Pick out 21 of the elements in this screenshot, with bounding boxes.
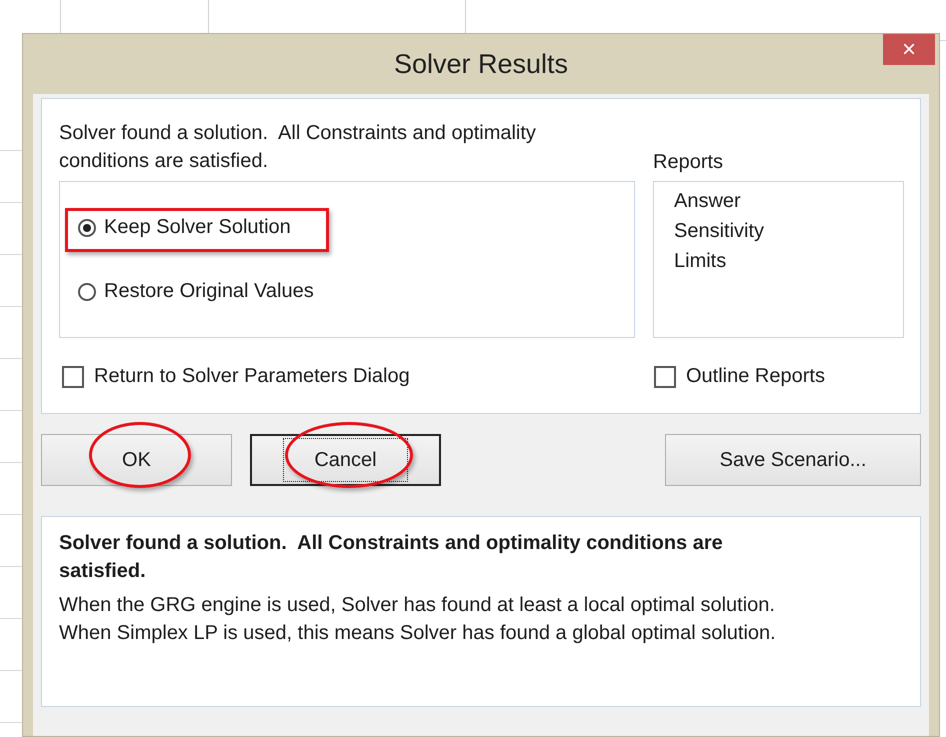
result-message: Solver found a solution. All Constraints and optimality conditions are satisfied. — [59, 121, 537, 174]
reports-label: Reports — [653, 151, 724, 174]
window-title: Solver Results — [394, 48, 568, 80]
dialog-button[interactable]: Cancel — [250, 434, 441, 486]
report-item[interactable]: Limits — [674, 246, 903, 276]
details-text: When the GRG engine is used, Solver has found at least a local optimal solution. When Simplex LP is used, this means Solver has found a global optimal solution. — [59, 593, 777, 646]
checkbox-option[interactable]: Outline Reports — [654, 365, 825, 388]
checkbox[interactable] — [654, 366, 676, 388]
dialog-button[interactable]: Save Scenario... — [665, 434, 921, 486]
radio-option[interactable]: Keep Solver Solution — [68, 210, 301, 245]
details-heading: Solver found a solution. All Constraints and optimality conditions are satisfied. — [59, 531, 724, 584]
radio-button[interactable] — [78, 218, 96, 236]
report-item[interactable]: Sensitivity — [674, 216, 903, 246]
dialog-button[interactable]: OK — [41, 434, 232, 486]
report-item[interactable]: Answer — [674, 186, 903, 216]
checkbox[interactable] — [62, 366, 84, 388]
close-button[interactable]: × — [883, 34, 935, 65]
radio-button[interactable] — [78, 282, 96, 300]
radio-option[interactable]: Restore Original Values — [68, 274, 324, 309]
reports-list[interactable]: Answer Sensitivity Limits — [653, 181, 904, 338]
checkbox-option[interactable]: Return to Solver Parameters Dialog — [62, 365, 410, 388]
